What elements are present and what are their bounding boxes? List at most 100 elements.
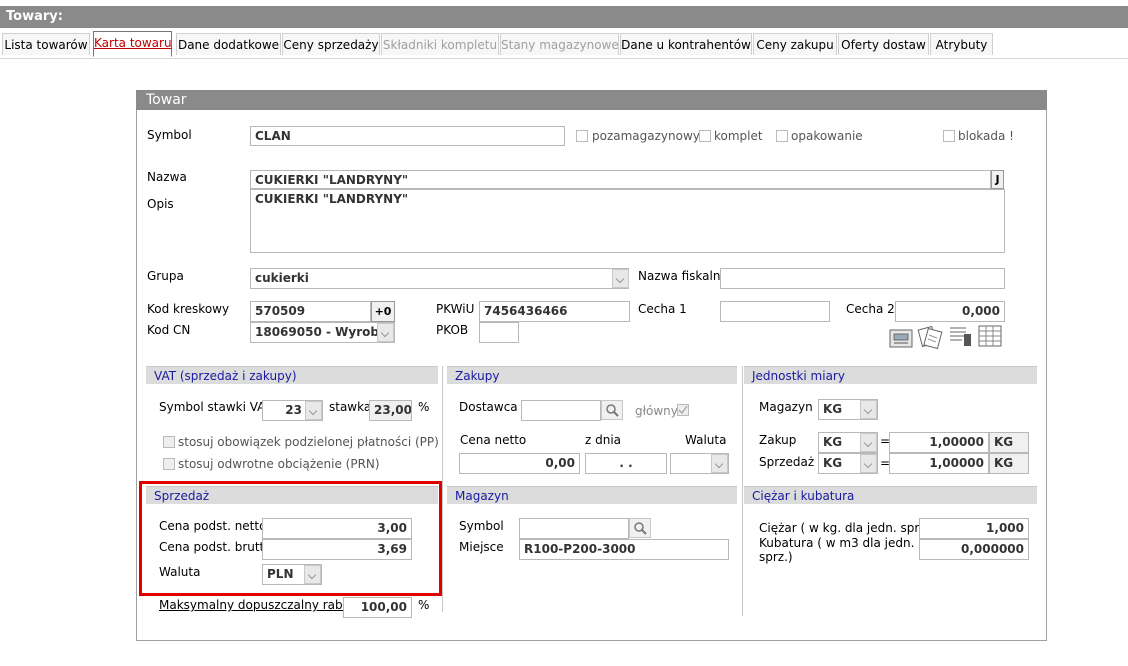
section-separator xyxy=(442,366,443,612)
cecha2-input[interactable]: 0,000 xyxy=(895,301,1005,322)
mag-symbol-input[interactable] xyxy=(519,518,629,539)
tab-oferty-dostaw[interactable]: Oferty dostaw xyxy=(838,33,929,55)
pp-checkbox[interactable] xyxy=(163,436,175,448)
magazyn-section-header: Magazyn xyxy=(447,486,737,504)
tab-ceny-sprzedazy[interactable]: Ceny sprzedaży xyxy=(282,33,380,55)
nazwa-fiskalna-input[interactable] xyxy=(720,268,1005,289)
z-dnia-input[interactable]: . . xyxy=(585,453,667,474)
dostawca-input[interactable] xyxy=(521,400,601,421)
symbol-label: Symbol xyxy=(147,128,192,142)
jm-sprzedaz-value-input[interactable]: 1,00000 xyxy=(889,453,989,474)
prn-label: stosuj odwrotne obciążenie (PRN) xyxy=(178,457,380,471)
tab-ceny-zakupu[interactable]: Ceny zakupu xyxy=(753,33,837,55)
window-title: Towary: xyxy=(0,6,1128,28)
opakowanie-checkbox[interactable] xyxy=(776,130,788,142)
cecha1-input[interactable] xyxy=(720,301,830,322)
prn-checkbox[interactable] xyxy=(163,458,175,470)
section-separator xyxy=(742,366,743,616)
stawka-label: stawka xyxy=(329,400,372,414)
cena-netto-label: Cena netto xyxy=(460,433,527,447)
mag-symbol-search-icon[interactable] xyxy=(629,518,651,538)
glowny-checkbox[interactable] xyxy=(677,404,689,416)
tab-dane-dodatkowe[interactable]: Dane dodatkowe xyxy=(176,33,281,55)
tab-lista-towarow[interactable]: Lista towarów xyxy=(2,33,90,55)
jm-magazyn-label: Magazyn xyxy=(759,400,813,414)
waluta-zakupy-dropdown-icon[interactable] xyxy=(711,454,728,473)
jm-sprzedaz-dropdown-icon[interactable] xyxy=(860,454,877,473)
opakowanie-label: opakowanie xyxy=(791,129,863,143)
max-rabat-label[interactable]: Maksymalny dopuszczalny rabat xyxy=(159,598,355,612)
jm-zakup-unit2: KG xyxy=(989,432,1029,453)
tab-skladniki-kompletu[interactable]: Składniki kompletu xyxy=(381,33,499,55)
mag-miejsce-input[interactable]: R100-P200-3000 xyxy=(519,539,729,560)
kod-kreskowy-label: Kod kreskowy xyxy=(147,302,230,316)
max-rabat-percent: % xyxy=(418,598,430,612)
highlight-box xyxy=(139,481,442,596)
opis-textarea[interactable]: CUKIERKI "LANDRYNY" xyxy=(250,189,1005,253)
list-icon[interactable] xyxy=(950,327,971,346)
komplet-label: komplet xyxy=(714,129,763,143)
nazwa-input[interactable]: CUKIERKI "LANDRYNY" xyxy=(250,170,991,189)
max-rabat-input[interactable]: 100,00 xyxy=(343,597,412,618)
vat-dropdown-icon[interactable] xyxy=(305,401,322,420)
pp-label: stosuj obowiązek podzielonej płatności (… xyxy=(178,435,439,449)
tab-dane-u-kontrahentow[interactable]: Dane u kontrahentów xyxy=(620,33,752,55)
panel-title: Towar xyxy=(136,90,1047,110)
pkob-input[interactable] xyxy=(479,322,519,343)
kod-cn-label: Kod CN xyxy=(147,323,191,337)
vat-section-header: VAT (sprzedaż i zakupy) xyxy=(146,366,438,384)
nazwa-j-button[interactable]: J xyxy=(991,170,1004,189)
card-icon[interactable] xyxy=(889,329,913,348)
kod-cn-dropdown-icon[interactable] xyxy=(377,323,394,342)
dostawca-search-icon[interactable] xyxy=(601,400,623,420)
tab-stany-magazynowe[interactable]: Stany magazynowe xyxy=(500,33,619,55)
jm-sprzedaz-unit2: KG xyxy=(989,453,1029,474)
waluta-zakupy-label: Waluta xyxy=(685,433,727,447)
toolbar-icons xyxy=(889,325,1002,350)
jm-magazyn-dropdown-icon[interactable] xyxy=(860,400,877,419)
check-icon xyxy=(678,405,688,415)
ciezar-label: Ciężar ( w kg. dla jedn. sprz.) xyxy=(759,521,935,535)
kod-kreskowy-input[interactable]: 570509 xyxy=(250,301,371,322)
cecha1-label: Cecha 1 xyxy=(638,302,687,316)
z-dnia-label: z dnia xyxy=(585,433,622,447)
tab-bar: Lista towarów Karta towaru Dane dodatkow… xyxy=(0,28,1128,59)
blokada-checkbox[interactable] xyxy=(943,130,955,142)
nazwa-label: Nazwa xyxy=(147,170,187,184)
tab-karta-towaru[interactable]: Karta towaru xyxy=(93,31,172,57)
kod-plus-button[interactable]: +0 xyxy=(371,301,395,322)
kubatura-input[interactable]: 0,000000 xyxy=(919,539,1029,560)
blokada-label: blokada ! xyxy=(958,129,1014,143)
dostawca-label: Dostawca xyxy=(459,400,518,414)
grupa-select[interactable]: cukierki xyxy=(250,268,629,289)
jm-zakup-value-input[interactable]: 1,00000 xyxy=(889,432,989,453)
komplet-checkbox[interactable] xyxy=(699,130,711,142)
grid-icon[interactable] xyxy=(978,325,1002,347)
pkob-label: PKOB xyxy=(436,323,469,337)
jednostki-section-header: Jednostki miary xyxy=(744,366,1037,384)
kod-cn-select[interactable]: 18069050 - Wyroby cu xyxy=(250,322,395,343)
ciezar-input[interactable]: 1,000 xyxy=(919,518,1029,539)
pozamagazynowy-checkbox[interactable] xyxy=(576,130,588,142)
stawka-input: 23,00 xyxy=(369,400,412,421)
stawka-percent: % xyxy=(418,400,430,414)
tab-atrybuty[interactable]: Atrybuty xyxy=(930,33,993,55)
grupa-label: Grupa xyxy=(147,269,184,283)
jm-zakup-label: Zakup xyxy=(759,433,797,447)
mag-symbol-label: Symbol xyxy=(459,519,504,533)
grupa-dropdown-icon[interactable] xyxy=(612,269,629,288)
zakupy-section-header: Zakupy xyxy=(447,366,737,384)
pkwiu-input[interactable]: 7456436466 xyxy=(479,301,630,322)
documents-icon[interactable] xyxy=(917,325,943,350)
symbol-input[interactable]: CLAN xyxy=(250,126,565,146)
jm-sprzedaz-label: Sprzedaż xyxy=(759,455,815,469)
cecha2-label: Cecha 2 xyxy=(846,302,895,316)
kubatura-label-line1: Kubatura ( w m3 dla jedn. xyxy=(759,536,915,550)
cena-netto-input[interactable]: 0,00 xyxy=(459,453,580,474)
jm-zakup-dropdown-icon[interactable] xyxy=(860,433,877,452)
pozamagazynowy-label: pozamagazynowy xyxy=(592,129,700,143)
vat-symbol-label: Symbol stawki VAT xyxy=(159,400,272,414)
pkwiu-label: PKWiU xyxy=(436,302,475,316)
ciezar-section-header: Ciężar i kubatura xyxy=(744,486,1037,504)
glowny-label: główny xyxy=(635,404,678,418)
